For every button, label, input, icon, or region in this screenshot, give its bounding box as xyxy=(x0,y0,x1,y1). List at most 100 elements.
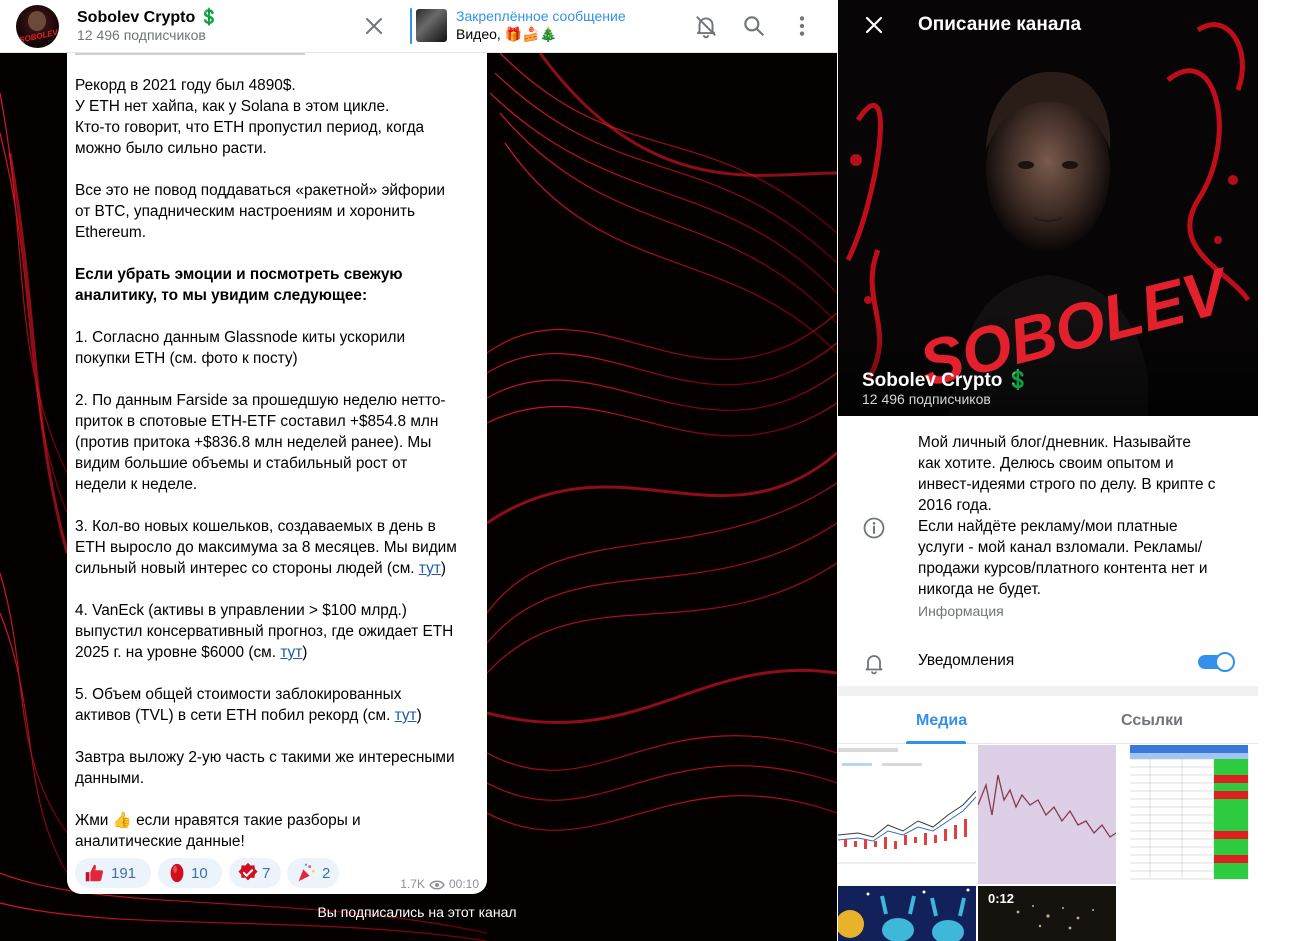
message-line-text: аналитику, то мы увидим следующее: xyxy=(75,287,368,304)
description-line: 2016 года. xyxy=(918,497,992,514)
pinned-message[interactable]: Закреплённое сообщение Видео, 🎁🍰🎄 xyxy=(410,6,670,46)
clipped-previous-line xyxy=(75,53,479,59)
description-line: Мой личный блог/дневник. Называйте xyxy=(918,434,1191,451)
party-popper-icon xyxy=(298,863,315,882)
message-bubble[interactable]: Рекорд в 2021 году был 4890$. У ETH нет х… xyxy=(67,53,487,894)
badge-check-icon xyxy=(238,862,258,881)
description-line: как хотите. Делюсь своим опытом и xyxy=(918,455,1174,472)
message-line-text: 5. Объем общей стоимости заблокированных xyxy=(75,686,402,703)
media-thumbnail[interactable] xyxy=(978,745,1116,884)
channel-info-panel: SOBOLEV Описание канала Sobolev Crypto 💲 … xyxy=(838,0,1258,941)
message-line: 1. Согласно данным Glassnode киты ускори… xyxy=(75,327,479,348)
telegram-window: SOBOLEV Sobolev Crypto 💲 12 496 подписчик… xyxy=(0,0,1314,941)
message-line-text: У ETH нет хайпа, как у Solana в этом цик… xyxy=(75,98,390,115)
search-icon[interactable] xyxy=(741,13,767,39)
dollar-emoji: 💲 xyxy=(199,9,220,26)
media-thumbnail[interactable] xyxy=(1118,745,1258,884)
message-link[interactable]: тут xyxy=(280,644,302,661)
message-line: Если убрать эмоции и посмотреть свежую xyxy=(75,264,479,285)
message-line: сильный новый интерес со стороны людей (… xyxy=(75,558,479,579)
message-line-text: Все это не повод поддаваться «ракетной» … xyxy=(75,182,446,199)
message-line: 2. По данным Farside за прошедшую неделю… xyxy=(75,390,479,411)
channel-avatar[interactable]: SOBOLEV xyxy=(16,5,59,48)
message-line: 4. VanEck (активы в управлении > $100 мл… xyxy=(75,600,479,621)
close-icon[interactable] xyxy=(362,14,386,38)
message-line: У ETH нет хайпа, как у Solana в этом цик… xyxy=(75,96,479,117)
chat-area: SOBOLEV Sobolev Crypto 💲 12 496 подписчик… xyxy=(0,0,837,941)
media-table-preview xyxy=(1118,745,1258,884)
message-line-text: Жми 👍 если нравятся такие разборы и xyxy=(75,812,361,829)
message-line: недели к неделе. xyxy=(75,474,479,495)
description-label: Информация xyxy=(918,603,1004,619)
reaction-party-popper[interactable]: 2 xyxy=(287,858,339,888)
chat-title[interactable]: Sobolev Crypto 💲 xyxy=(77,7,219,27)
media-illustration-preview xyxy=(838,886,976,941)
channel-subscribers: 12 496 подписчиков xyxy=(862,391,991,407)
media-thumbnail[interactable] xyxy=(838,745,976,884)
message-line-text: 1. Согласно данным Glassnode киты ускори… xyxy=(75,329,406,346)
tab-links[interactable]: Ссылки xyxy=(1121,712,1183,730)
message-line-text: (против притока +$836.8 млн неделей ране… xyxy=(75,434,432,451)
message-line: Кто-то говорит, что ETH пропустил период… xyxy=(75,117,479,138)
message-text: Рекорд в 2021 году был 4890$. У ETH нет х… xyxy=(75,75,479,852)
bell-icon xyxy=(865,655,883,675)
message-line-text: видим большие объемы и стабильный рост о… xyxy=(75,455,408,472)
message-line-text: недели к неделе. xyxy=(75,476,198,493)
reaction-red-ruby[interactable]: 10 xyxy=(158,858,222,888)
media-price-chart-preview xyxy=(978,745,1116,884)
message-link[interactable]: тут xyxy=(419,560,441,577)
message-line: ETH выросло до максимума за 8 месяцев. М… xyxy=(75,537,479,558)
message-line: (против притока +$836.8 млн неделей ране… xyxy=(75,432,479,453)
message-link[interactable]: тут xyxy=(395,707,417,724)
media-video-thumbnail[interactable]: 0:12 xyxy=(978,886,1116,941)
message-line: 5. Объем общей стоимости заблокированных xyxy=(75,684,479,705)
panel-title: Описание канала xyxy=(918,14,1082,35)
message-line-text: выпустил консервативный прогноз, где ожи… xyxy=(75,623,454,640)
avatar-face xyxy=(28,11,46,31)
mute-bell-icon[interactable] xyxy=(693,13,719,39)
pinned-thumbnail xyxy=(416,9,447,42)
message-line: Ethereum. xyxy=(75,222,479,243)
reaction-count: 10 xyxy=(191,865,208,882)
chat-subscribers: 12 496 подписчиков xyxy=(77,27,206,43)
notifications-toggle[interactable] xyxy=(1198,652,1235,672)
video-duration: 0:12 xyxy=(988,891,1015,906)
reaction-thumbs-up[interactable]: 191 xyxy=(75,858,151,888)
pinned-text: Видео, 🎁🍰🎄 xyxy=(456,26,557,42)
message-line-text: от BTC, упадническим настроениям и хорон… xyxy=(75,203,416,220)
message-line-text: активов (TVL) в сети ETH побил рекорд (с… xyxy=(75,707,395,724)
message-line: Все это не повод поддаваться «ракетной» … xyxy=(75,180,479,201)
reaction-red-badge-check[interactable]: 7 xyxy=(229,858,281,888)
message-line-text: 4. VanEck (активы в управлении > $100 мл… xyxy=(75,602,407,619)
message-line-tail: ) xyxy=(440,560,446,577)
message-line: приток в спотовые ETH-ETF составил +$854… xyxy=(75,411,479,432)
media-chart-preview xyxy=(838,745,976,884)
description-line: услуги - мой канал взломали. Рекламы/ xyxy=(918,539,1203,556)
more-options-icon[interactable] xyxy=(789,13,815,39)
notifications-row[interactable]: Уведомления xyxy=(838,638,1258,688)
description-line: никогда не будет. xyxy=(918,581,1041,598)
message-line-text: можно было сильно расти. xyxy=(75,140,267,157)
media-thumbnail[interactable] xyxy=(838,886,976,941)
message-line: 3. Кол-во новых кошельков, создаваемых в… xyxy=(75,516,479,537)
ruby-gem-icon xyxy=(170,863,184,883)
message-line-text: Ethereum. xyxy=(75,224,147,241)
toggle-knob xyxy=(1215,652,1235,672)
window-gutter xyxy=(1258,0,1314,941)
message-line: Завтра выложу 2-ую часть с такими же инт… xyxy=(75,747,479,768)
channel-info: Мой личный блог/дневник. Называйте как хо… xyxy=(838,416,1258,686)
channel-description[interactable]: Мой личный блог/дневник. Называйте как хо… xyxy=(918,432,1216,600)
message-line-text: сильный новый интерес со стороны людей (… xyxy=(75,560,419,577)
message-line-text: 2025 г. на уровне $6000 (см. xyxy=(75,644,281,661)
message-line: покупки ETH (см. фото к посту) xyxy=(75,348,479,369)
description-line: Если найдёте рекламу/мои платные xyxy=(918,518,1178,535)
tab-media[interactable]: Медиа xyxy=(916,712,967,730)
avatar-logo-text: SOBOLEV xyxy=(18,27,59,45)
message-line-text: ETH выросло до максимума за 8 месяцев. М… xyxy=(75,539,457,556)
message-line: 2025 г. на уровне $6000 (см. тут) xyxy=(75,642,479,663)
subscribed-notice: Вы подписались на этот канал xyxy=(317,904,517,920)
close-panel-icon[interactable] xyxy=(862,13,886,37)
description-line: продажи курсов/платного контента нет и xyxy=(918,560,1208,577)
